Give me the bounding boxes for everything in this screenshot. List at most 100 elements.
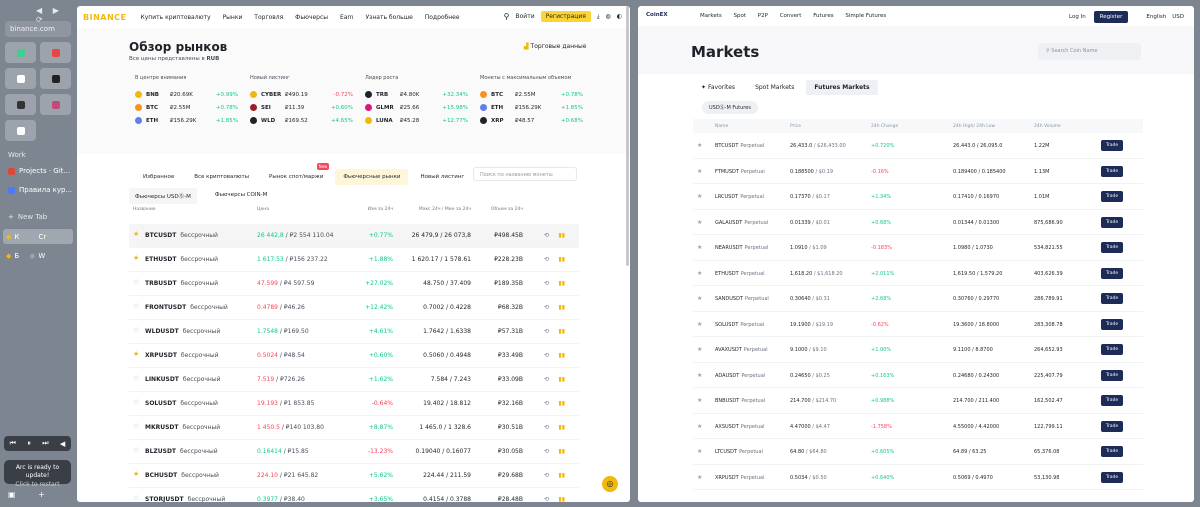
- pause-icon[interactable]: ⏸: [27, 439, 31, 448]
- star-icon[interactable]: ★: [697, 474, 702, 481]
- media-controls[interactable]: ⏮ ⏸ ⏭ ◀: [4, 436, 71, 451]
- chart-link-icon[interactable]: ⟲: [544, 304, 549, 311]
- next-icon[interactable]: ⏭: [42, 439, 48, 448]
- chart-link-icon[interactable]: ⟲: [544, 472, 549, 479]
- menu-more[interactable]: Подробнее: [425, 14, 460, 21]
- support-chat-icon[interactable]: ◎: [602, 476, 618, 492]
- star-icon[interactable]: ★: [697, 168, 702, 175]
- star-icon[interactable]: ★: [697, 372, 702, 379]
- card-row[interactable]: TRB ₽4.80K +32.34%: [365, 88, 480, 101]
- table-row[interactable]: ★ BTCUSDT бессрочный 26 442,8 / ₽2 554 110.…: [129, 224, 579, 248]
- card-row[interactable]: BTC ₽2.55M +0.78%: [135, 101, 250, 114]
- menu-earn[interactable]: Earn: [340, 14, 354, 21]
- menu-trade[interactable]: Торговля: [254, 14, 283, 21]
- currency-selector[interactable]: RUB: [206, 56, 219, 62]
- table-row[interactable]: ★ XRPUSDT бессрочный 0.5024 / ₽48.54 +0.60% 0…: [129, 344, 579, 368]
- download-icon[interactable]: ⤓: [597, 13, 600, 21]
- table-row[interactable]: ★ LRCUSDT Perpetual 0.17370 / $0.17 +1.34% 0.…: [693, 184, 1143, 210]
- pinned-site-4[interactable]: [40, 68, 71, 89]
- star-icon[interactable]: ☆: [133, 374, 139, 382]
- table-row[interactable]: ☆ LINKUSDT бессрочный 7.519 / ₽726.26 +1.62%…: [129, 368, 579, 392]
- chart-link-icon[interactable]: ⟲: [544, 376, 549, 383]
- table-row[interactable]: ☆ FRONTUSDT бессрочный 0.4789 / ₽46.26 +12.4…: [129, 296, 579, 320]
- table-row[interactable]: ☆ TRBUSDT бессрочный 47.599 / ₽4 597.59 +27.…: [129, 272, 579, 296]
- table-row[interactable]: ★ BCHUSDT бессрочный 224.10 / ₽21 645.82 +5.…: [129, 464, 579, 488]
- coin-search-input[interactable]: Поиск по названию монеты: [473, 167, 577, 181]
- col-price[interactable]: Цена: [257, 207, 269, 212]
- star-icon[interactable]: ★: [697, 321, 702, 328]
- previous-icon[interactable]: ⏮: [10, 439, 16, 448]
- trade-button[interactable]: Trade: [1101, 395, 1123, 406]
- chart-link-icon[interactable]: ⟲: [544, 352, 549, 359]
- trade-icon[interactable]: ▮▮: [558, 424, 565, 431]
- register-button[interactable]: Register: [1093, 11, 1129, 23]
- chart-link-icon[interactable]: ⟲: [544, 280, 549, 287]
- table-row[interactable]: ☆ WLDUSDT бессрочный 1.7548 / ₽169.50 +4.61%…: [129, 320, 579, 344]
- col-name[interactable]: Название: [133, 207, 156, 212]
- trade-button[interactable]: Trade: [1101, 318, 1123, 330]
- split-tab-2[interactable]: ◆ Б ◉ W: [3, 248, 73, 263]
- chart-link-icon[interactable]: ⟲: [544, 328, 549, 335]
- star-icon[interactable]: ★: [133, 230, 139, 238]
- binance-logo[interactable]: BINANCE: [83, 13, 127, 22]
- table-row[interactable]: ★ GALAUSDT Perpetual 0.01339 / $0.01 +0.68% 0…: [693, 210, 1143, 235]
- star-icon[interactable]: ★: [697, 219, 702, 226]
- menu-markets[interactable]: Рынки: [223, 14, 243, 21]
- table-row[interactable]: ☆ BLZUSDT бессрочный 0.16414 / ₽15.85 -13.23…: [129, 440, 579, 464]
- pinned-site-5[interactable]: [5, 94, 36, 115]
- chart-link-icon[interactable]: ⟲: [544, 448, 549, 455]
- table-row[interactable]: ☆ STORJUSDT бессрочный 0.3977 / ₽38.40 +3.65…: [129, 488, 579, 502]
- login-link[interactable]: Log In: [1069, 14, 1086, 20]
- trade-icon[interactable]: ▮▮: [558, 256, 565, 263]
- trade-data-link[interactable]: ▟ Торговые данные: [524, 43, 587, 50]
- tab-3[interactable]: Фьючерсные рынки: [335, 169, 409, 185]
- star-icon[interactable]: ★: [697, 270, 702, 277]
- trade-icon[interactable]: ▮▮: [558, 352, 565, 359]
- trade-icon[interactable]: ▮▮: [558, 280, 565, 287]
- menu-learn[interactable]: Узнать больше: [366, 14, 413, 21]
- trade-button[interactable]: Trade: [1101, 420, 1123, 432]
- table-row[interactable]: ★ NEARUSDT Perpetual 1.0910 / $1.09 -0.183% 1…: [693, 235, 1143, 261]
- col-change[interactable]: Изм за 24ч: [367, 207, 393, 212]
- fiat-selector[interactable]: USD: [1172, 14, 1184, 20]
- col-price[interactable]: Price: [790, 124, 801, 129]
- trade-button[interactable]: Trade: [1101, 344, 1123, 355]
- pinned-site-3[interactable]: [5, 68, 36, 89]
- register-button[interactable]: Регистрация: [540, 11, 591, 22]
- menu-spot[interactable]: Spot: [734, 13, 747, 19]
- star-icon[interactable]: ★: [133, 254, 139, 262]
- theme-toggle-icon[interactable]: ◐: [617, 13, 622, 20]
- table-row[interactable]: ☆ SOLUSDT бессрочный 19.193 / ₽1 853.85 -0.6…: [129, 392, 579, 416]
- pinned-site-2[interactable]: [40, 42, 71, 63]
- tab-4[interactable]: Новый листинг: [412, 169, 472, 185]
- col-change[interactable]: 24h Change: [871, 124, 898, 129]
- table-row[interactable]: ★ FTMUSDT Perpetual 0.188500 / $0.19 -0.16% 0…: [693, 159, 1143, 184]
- trade-icon[interactable]: ▮▮: [558, 328, 565, 335]
- trade-icon[interactable]: ▮▮: [558, 448, 565, 455]
- card-row[interactable]: WLD ₽169.52 +4.65%: [250, 114, 365, 127]
- trade-icon[interactable]: ▮▮: [558, 400, 565, 407]
- trade-button[interactable]: Trade: [1101, 471, 1123, 483]
- card-row[interactable]: XRP ₽48.57 +0.68%: [480, 114, 595, 127]
- col-high-low[interactable]: Макс 24ч / Мин за 24ч: [419, 207, 471, 212]
- coinex-logo[interactable]: CoinEX: [646, 12, 680, 20]
- star-icon[interactable]: ★: [697, 142, 702, 149]
- table-row[interactable]: ☆ MKRUSDT бессрочный 1 450.5 / ₽140 103.80 +…: [129, 416, 579, 440]
- card-row[interactable]: ETH ₽156.29K +1.85%: [480, 101, 595, 114]
- trade-button[interactable]: Trade: [1101, 165, 1123, 177]
- star-icon[interactable]: ★: [697, 295, 702, 302]
- scrollbar[interactable]: [626, 6, 629, 266]
- col-high-low[interactable]: 24h High/ 24h Low: [953, 124, 995, 129]
- tab-spot-markets[interactable]: Spot Markets: [747, 80, 802, 95]
- trade-button[interactable]: Trade: [1101, 369, 1123, 381]
- star-icon[interactable]: ★: [697, 244, 702, 251]
- star-icon[interactable]: ★: [133, 470, 139, 478]
- card-row[interactable]: CYBER ₽490.19 -0.72%: [250, 88, 365, 101]
- menu-futures[interactable]: Фьючерсы: [295, 14, 328, 21]
- globe-icon[interactable]: ◍: [606, 13, 611, 20]
- table-row[interactable]: ★ AXSUSDT Perpetual 4.47000 / $4.47 -1.758% 4…: [693, 414, 1143, 439]
- coin-search-input[interactable]: ⚲ Search Coin Name: [1038, 43, 1141, 60]
- table-row[interactable]: ★ ETHUSDT Perpetual 1,618.20 / $1,618.20 +2.…: [693, 261, 1143, 286]
- trade-icon[interactable]: ▮▮: [558, 376, 565, 383]
- tab-2[interactable]: Рынок спот/маржи New: [261, 163, 331, 185]
